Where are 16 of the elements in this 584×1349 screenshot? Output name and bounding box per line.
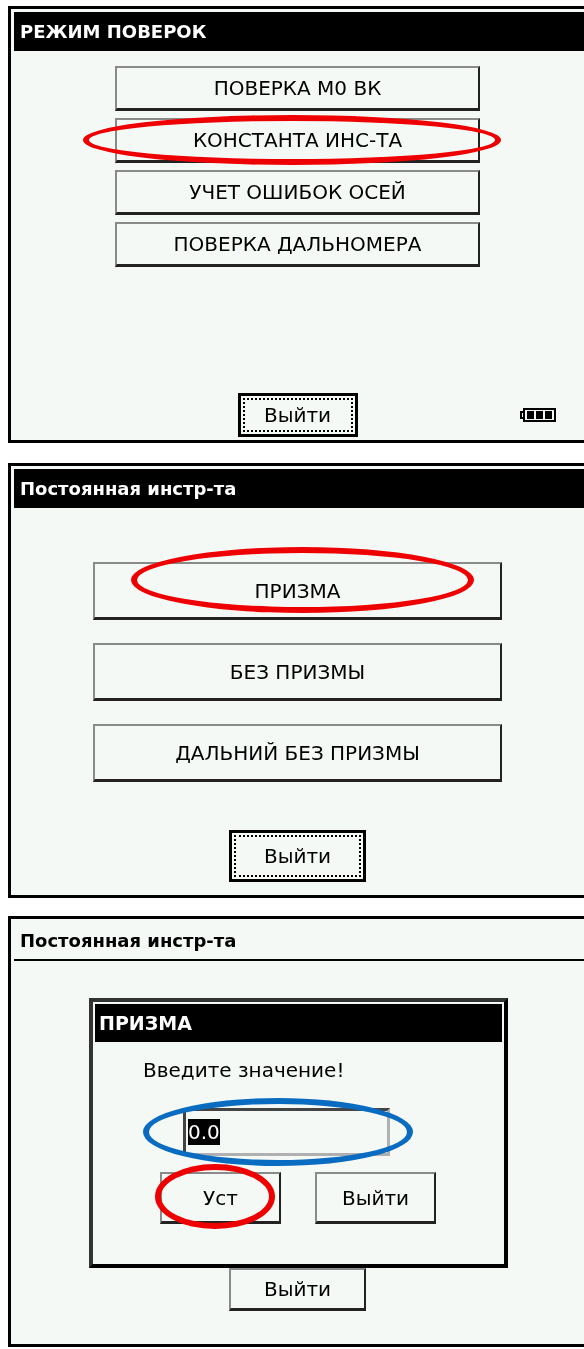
menu-button[interactable]: ПРИЗМА (93, 562, 502, 620)
menu-button[interactable]: ПОВЕРКА ДАЛЬНОМЕРА (115, 222, 480, 267)
screen-title: Постоянная инстр-та (14, 469, 584, 508)
menu-button[interactable]: ПОВЕРКА М0 ВК (115, 66, 480, 111)
exit-button[interactable]: Выйти (229, 830, 366, 882)
dialog-title: ПРИЗМА (95, 1004, 502, 1042)
prompt-text: Введите значение! (143, 1058, 346, 1082)
value-field[interactable]: 0.0 (183, 1108, 390, 1156)
exit-button[interactable]: Выйти (229, 1268, 366, 1311)
screen-title: РЕЖИМ ПОВЕРОК (14, 12, 584, 51)
dialog-button[interactable]: Выйти (315, 1172, 436, 1224)
exit-button[interactable]: Выйти (237, 393, 358, 437)
menu-button[interactable]: БЕЗ ПРИЗМЫ (93, 643, 502, 701)
screen-title: Постоянная инстр-та (14, 922, 584, 961)
menu-button[interactable]: ДАЛЬНИЙ БЕЗ ПРИЗМЫ (93, 724, 502, 782)
menu-button[interactable]: УЧЕТ ОШИБОК ОСЕЙ (115, 170, 480, 215)
